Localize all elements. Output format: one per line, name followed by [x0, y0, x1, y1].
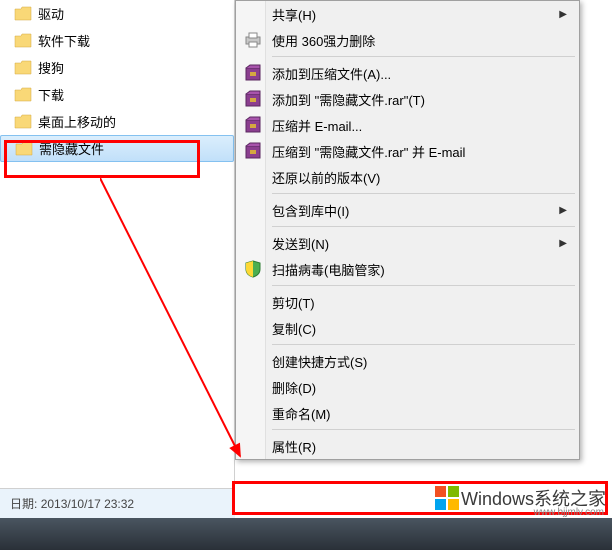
menu-label: 添加到压缩文件(A)...: [272, 64, 391, 83]
folder-item[interactable]: 软件下载: [0, 27, 234, 54]
menu-send-to[interactable]: 发送到(N) ▶: [236, 230, 579, 256]
watermark-url: www.bjjmlv.com: [534, 507, 604, 518]
winrar-icon: [242, 140, 264, 162]
folder-item[interactable]: 搜狗: [0, 54, 234, 81]
submenu-arrow-icon: ▶: [559, 9, 567, 20]
folder-icon: [14, 60, 32, 75]
folder-icon: [14, 114, 32, 129]
menu-rar-email-named[interactable]: 压缩到 "需隐藏文件.rar" 并 E-mail: [236, 138, 579, 164]
menu-label: 扫描病毒(电脑管家): [272, 260, 385, 279]
submenu-arrow-icon: ▶: [559, 205, 567, 216]
menu-separator: [272, 226, 575, 227]
menu-label: 包含到库中(I): [272, 201, 349, 220]
folder-item-selected[interactable]: 需隐藏文件: [0, 135, 234, 162]
menu-label: 重命名(M): [272, 404, 331, 423]
folder-label: 桌面上移动的: [38, 112, 116, 131]
folder-icon: [15, 141, 33, 156]
menu-properties[interactable]: 属性(R): [236, 433, 579, 459]
folder-label: 搜狗: [38, 58, 64, 77]
folder-icon: [14, 6, 32, 21]
menu-rar-email[interactable]: 压缩并 E-mail...: [236, 112, 579, 138]
menu-rar-add-named[interactable]: 添加到 "需隐藏文件.rar"(T): [236, 86, 579, 112]
taskbar[interactable]: [0, 518, 612, 550]
menu-restore[interactable]: 还原以前的版本(V): [236, 164, 579, 190]
menu-delete[interactable]: 删除(D): [236, 374, 579, 400]
menu-label: 复制(C): [272, 319, 316, 338]
menu-copy[interactable]: 复制(C): [236, 315, 579, 341]
menu-label: 剪切(T): [272, 293, 315, 312]
folder-tree-pane: 驱动 软件下载 搜狗 下载: [0, 0, 235, 550]
menu-rename[interactable]: 重命名(M): [236, 400, 579, 426]
menu-cut[interactable]: 剪切(T): [236, 289, 579, 315]
menu-include-library[interactable]: 包含到库中(I) ▶: [236, 197, 579, 223]
menu-label: 创建快捷方式(S): [272, 352, 367, 371]
folder-label: 下载: [38, 85, 64, 104]
menu-separator: [272, 56, 575, 57]
menu-virus-scan[interactable]: 扫描病毒(电脑管家): [236, 256, 579, 282]
menu-label: 压缩到 "需隐藏文件.rar" 并 E-mail: [272, 142, 465, 161]
menu-label: 还原以前的版本(V): [272, 168, 380, 187]
folder-icon: [14, 87, 32, 102]
winrar-icon: [242, 88, 264, 110]
menu-360-delete[interactable]: 使用 360强力删除: [236, 27, 579, 53]
menu-label: 发送到(N): [272, 234, 329, 253]
menu-label: 压缩并 E-mail...: [272, 116, 362, 135]
menu-separator: [272, 193, 575, 194]
submenu-arrow-icon: ▶: [559, 238, 567, 249]
folder-item[interactable]: 驱动: [0, 0, 234, 27]
menu-label: 共享(H): [272, 5, 316, 24]
folder-label: 驱动: [38, 4, 64, 23]
windows-logo-icon: [433, 484, 461, 512]
folder-item[interactable]: 桌面上移动的: [0, 108, 234, 135]
folder-label: 软件下载: [38, 31, 90, 50]
menu-separator: [272, 429, 575, 430]
status-date-value: 2013/10/17 23:32: [41, 497, 134, 511]
menu-label: 属性(R): [272, 437, 316, 456]
printer-icon: [242, 29, 264, 51]
menu-separator: [272, 344, 575, 345]
menu-create-shortcut[interactable]: 创建快捷方式(S): [236, 348, 579, 374]
menu-rar-add[interactable]: 添加到压缩文件(A)...: [236, 60, 579, 86]
folder-icon: [14, 33, 32, 48]
menu-share[interactable]: 共享(H) ▶: [236, 1, 579, 27]
shield-icon: [242, 258, 264, 280]
winrar-icon: [242, 114, 264, 136]
context-menu: 共享(H) ▶ 使用 360强力删除 添加到压缩文件(A)... 添加到 "需隐…: [235, 0, 580, 460]
status-bar: 日期: 2013/10/17 23:32: [0, 488, 235, 518]
menu-label: 使用 360强力删除: [272, 31, 375, 50]
menu-label: 删除(D): [272, 378, 316, 397]
folder-label: 需隐藏文件: [39, 139, 104, 158]
winrar-icon: [242, 62, 264, 84]
menu-label: 添加到 "需隐藏文件.rar"(T): [272, 90, 425, 109]
status-date-label: 日期:: [10, 497, 37, 511]
menu-separator: [272, 285, 575, 286]
folder-item[interactable]: 下载: [0, 81, 234, 108]
